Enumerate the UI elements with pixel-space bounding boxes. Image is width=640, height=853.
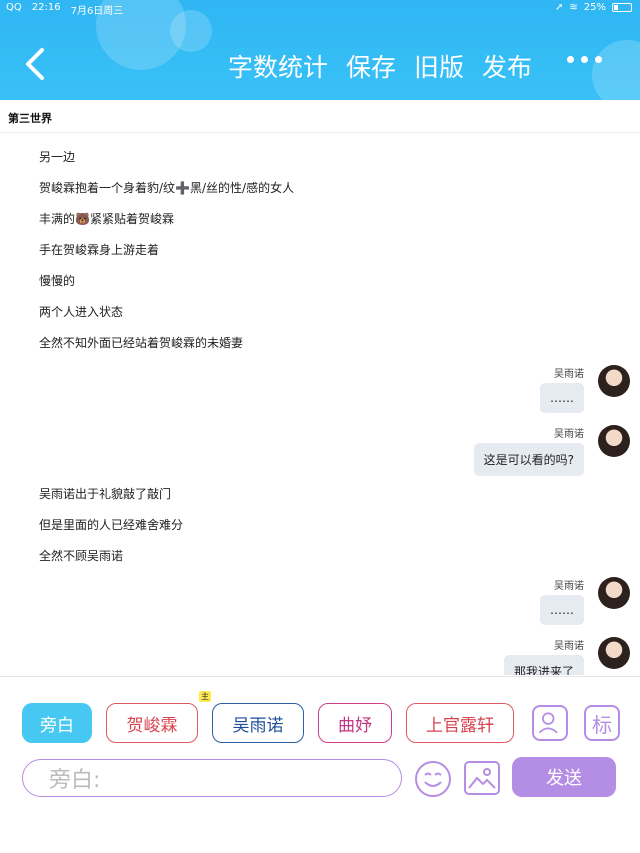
- avatar[interactable]: [598, 365, 630, 397]
- role-shangguan-luxuan[interactable]: 上官露轩: [406, 703, 514, 743]
- chat-content[interactable]: 另一边 贺峻霖抱着一个身着豹/纹➕黑/丝的性/感的女人 丰满的🐻紧紧贴着贺峻霖 …: [0, 135, 640, 675]
- composer: 旁白 贺峻霖 主 吴雨诺 曲妤 上官露轩 标 旁白: 发送: [0, 676, 640, 800]
- wifi-icon: ≋: [569, 2, 578, 13]
- more-icon[interactable]: [567, 56, 602, 63]
- chat-message[interactable]: 吴雨诺 那我进来了: [330, 637, 630, 675]
- sender-name: 吴雨诺: [554, 581, 584, 592]
- send-button[interactable]: 发送: [512, 757, 616, 797]
- label-icon[interactable]: 标: [584, 705, 620, 741]
- narration-line: 另一边: [39, 150, 76, 164]
- message-bubble: 这是可以看的吗?: [473, 443, 584, 476]
- image-icon[interactable]: [464, 761, 500, 795]
- narration-line: 贺峻霖抱着一个身着豹/纹➕黑/丝的性/感的女人: [39, 181, 295, 195]
- status-bar: QQ 22:16 7月6日周三 ➚ ≋ 25%: [0, 0, 640, 17]
- app-header: QQ 22:16 7月6日周三 ➚ ≋ 25% 字数统计 保存 旧版 发布: [0, 0, 640, 100]
- avatar[interactable]: [598, 637, 630, 669]
- chat-message[interactable]: 吴雨诺 这是可以看的吗?: [330, 425, 630, 485]
- publish-button[interactable]: 发布: [482, 48, 532, 84]
- battery-percent: 25%: [583, 2, 606, 13]
- header-actions: 字数统计 保存 旧版 发布: [228, 48, 532, 84]
- chat-message[interactable]: 吴雨诺 ……: [330, 577, 630, 637]
- location-icon: ➚: [554, 2, 564, 13]
- status-date: 7月6日周三: [70, 6, 124, 17]
- avatar[interactable]: [598, 425, 630, 457]
- sender-name: 吴雨诺: [554, 641, 584, 652]
- message-bubble: ……: [540, 383, 584, 413]
- emoji-icon[interactable]: [414, 760, 452, 798]
- narration-line: 全然不知外面已经站着贺峻霖的未婚妻: [39, 336, 244, 350]
- word-count-button[interactable]: 字数统计: [228, 48, 328, 84]
- narration-line: 全然不顾吴雨诺: [39, 549, 124, 563]
- battery-icon: [612, 3, 632, 12]
- narration-line: 手在贺峻霖身上游走着: [39, 243, 160, 257]
- back-icon[interactable]: [22, 46, 48, 82]
- status-app: QQ: [6, 2, 22, 13]
- status-time: 22:16: [31, 2, 61, 13]
- story-title: 第三世界: [8, 112, 52, 125]
- role-label: 贺峻霖: [126, 715, 178, 736]
- sender-name: 吴雨诺: [554, 369, 584, 380]
- role-wu-yunuo[interactable]: 吴雨诺: [212, 703, 304, 743]
- narration-line: 两个人进入状态: [39, 305, 124, 319]
- divider: [0, 132, 640, 133]
- role-selector: 旁白 贺峻霖 主 吴雨诺 曲妤 上官露轩: [22, 691, 514, 743]
- sender-name: 吴雨诺: [554, 429, 584, 440]
- avatar[interactable]: [598, 577, 630, 609]
- chat-message[interactable]: 吴雨诺 ……: [330, 365, 630, 425]
- decor-bubble: [170, 10, 212, 52]
- narration-line: 慢慢的: [39, 274, 76, 288]
- role-qu-yu[interactable]: 曲妤: [318, 703, 392, 743]
- role-narrator[interactable]: 旁白: [22, 703, 92, 743]
- old-version-button[interactable]: 旧版: [414, 48, 464, 84]
- decor-bubble: [592, 40, 640, 100]
- message-bubble: ……: [540, 595, 584, 625]
- save-button[interactable]: 保存: [346, 48, 396, 84]
- message-input[interactable]: 旁白:: [22, 759, 402, 797]
- message-bubble: 那我进来了: [503, 655, 584, 675]
- narration-line: 丰满的🐻紧紧贴着贺峻霖: [39, 212, 174, 226]
- narration-line: 但是里面的人已经难舍难分: [39, 518, 184, 532]
- role-he-junlin[interactable]: 贺峻霖 主: [106, 691, 211, 743]
- main-role-badge: 主: [199, 691, 211, 702]
- role-manage-icon[interactable]: [532, 705, 568, 741]
- narration-line: 吴雨诺出于礼貌敲了敲门: [39, 487, 172, 501]
